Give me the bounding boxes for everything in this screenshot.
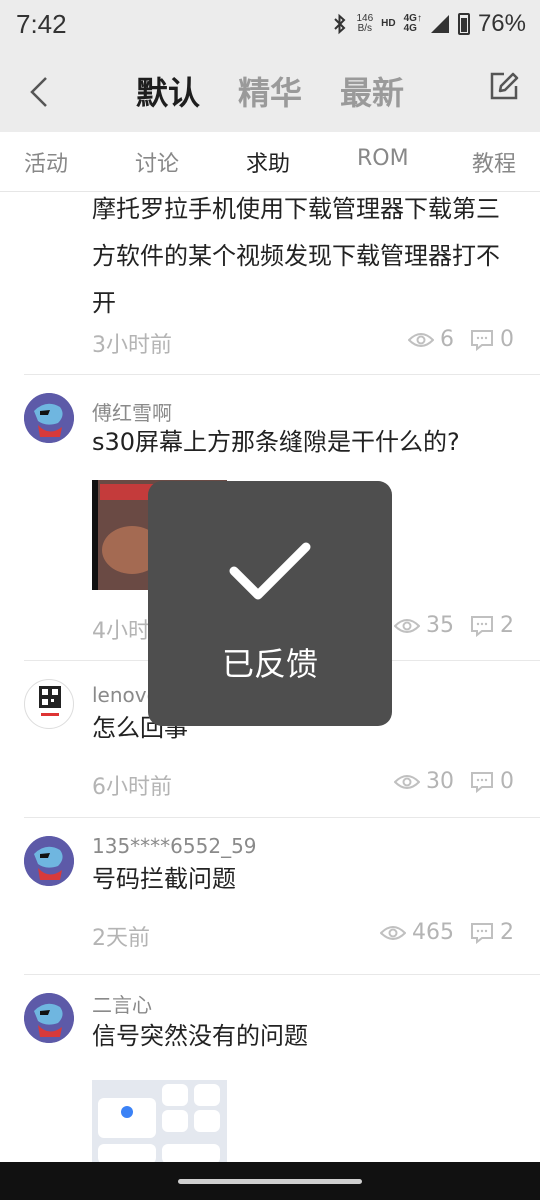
post-card[interactable]: 摩托罗拉手机使用下载管理器下载第三方软件的某个视频发现下载管理器打不开 3小时前… [0,192,540,374]
status-icons: 146 B/s HD 4G↑ 4G 76% [332,10,526,38]
views-count: 465 [412,920,454,945]
signal-icon [430,15,449,33]
eye-icon [394,774,420,789]
views-stat: 30 [394,769,454,794]
views-count: 30 [426,769,454,794]
views-count: 35 [426,613,454,638]
post-stats: 6 0 [408,327,514,352]
comment-icon [471,922,493,944]
category-tab-rom[interactable]: ROM [357,146,409,171]
views-stat: 35 [394,613,454,638]
tab-latest[interactable]: 最新 [340,68,404,114]
system-nav-bar [0,1162,540,1200]
bluetooth-icon [334,13,346,35]
header-tabs: 默认 精华 最新 [0,68,540,114]
battery-icon [457,13,470,35]
post-time: 3小时前 [92,333,172,358]
comment-icon [471,615,493,637]
category-tab-tutorial[interactable]: 教程 [472,146,516,178]
hd-badge: HD [381,18,396,29]
compose-icon[interactable] [488,70,520,102]
feedback-toast: 已反馈 [148,481,392,726]
home-gesture-handle[interactable] [178,1179,362,1184]
views-stat: 465 [380,920,454,945]
views-stat: 6 [408,327,454,352]
post-stats: 35 2 [394,613,514,638]
comments-count: 2 [500,613,514,638]
post-title[interactable]: 信号突然没有的问题 [92,1013,522,1060]
post-title[interactable]: s30屏幕上方那条缝隙是干什么的? [92,419,522,466]
category-tab-discussion[interactable]: 讨论 [135,146,179,178]
post-thumbnail[interactable] [92,1080,227,1162]
status-time: 7:42 [16,9,67,39]
comments-stat: 2 [470,613,514,638]
comment-icon [471,329,493,351]
network-speed: 146 B/s [356,13,374,34]
comments-stat: 2 [470,920,514,945]
post-card[interactable]: 135****6552_59 号码拦截问题 2天前 465 2 [0,818,540,974]
toast-message: 已反馈 [221,645,318,683]
post-title[interactable]: 号码拦截问题 [92,856,522,903]
post-stats: 465 2 [380,920,514,945]
post-title[interactable]: 摩托罗拉手机使用下载管理器下载第三方软件的某个视频发现下载管理器打不开 [92,192,522,327]
post-author[interactable]: 135****6552_59 [92,834,257,858]
avatar-image [39,686,61,716]
post-time: 2天前 [92,926,150,951]
avatar[interactable] [24,393,74,443]
eye-icon [394,618,420,633]
comments-stat: 0 [470,769,514,794]
avatar-image [24,993,74,1043]
avatar-image [24,393,74,443]
post-stats: 30 0 [394,769,514,794]
avatar-image [24,836,74,886]
comments-stat: 0 [470,327,514,352]
network-type: 4G↑ 4G [403,13,422,34]
thumbnail-image [92,1080,227,1162]
top-header: 默认 精华 最新 [0,52,540,132]
battery-percent: 76% [477,10,526,37]
avatar[interactable] [24,993,74,1043]
comments-count: 0 [500,327,514,352]
status-bar: 7:42 146 B/s HD 4G↑ 4G 76% [0,0,540,52]
comments-count: 0 [500,769,514,794]
tab-featured[interactable]: 精华 [238,68,302,114]
tab-default[interactable]: 默认 [136,68,200,114]
category-tab-help[interactable]: 求助 [246,146,290,178]
category-tab-activity[interactable]: 活动 [24,146,68,178]
category-tabs: 活动 讨论 求助 ROM 教程 [0,132,540,192]
views-count: 6 [440,327,454,352]
eye-icon [408,332,434,347]
avatar[interactable] [24,679,74,729]
comment-icon [471,771,493,793]
avatar[interactable] [24,836,74,886]
comments-count: 2 [500,920,514,945]
post-card[interactable]: 二言心 信号突然没有的问题 [0,975,540,1162]
eye-icon [380,925,406,940]
post-time: 6小时前 [92,775,172,800]
checkmark-icon [229,542,311,600]
